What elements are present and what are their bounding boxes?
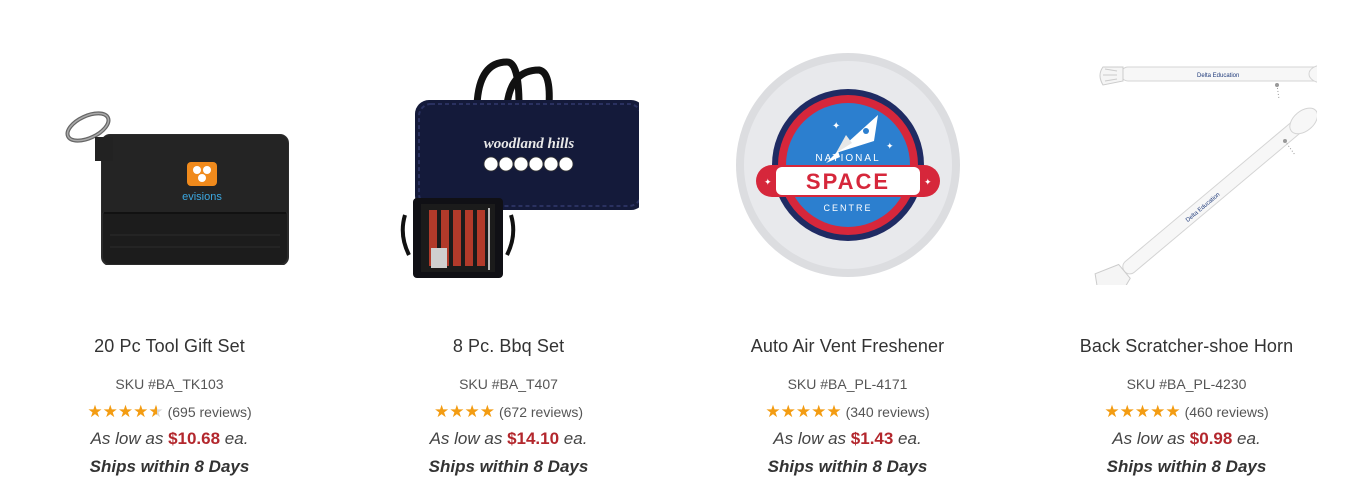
brand-top-text: NATIONAL bbox=[815, 153, 880, 164]
price-suffix: ea. bbox=[1232, 429, 1261, 448]
review-count[interactable]: (460 reviews) bbox=[1185, 404, 1269, 420]
price-line: As low as $14.10 ea. bbox=[339, 429, 678, 449]
bbq-case-image: woodland hills bbox=[400, 58, 639, 278]
price-amount: $0.98 bbox=[1189, 429, 1233, 448]
brand-logo-text: Delta Education bbox=[1197, 73, 1239, 79]
product-rating[interactable]: ★ ★ ★ ★ ★ (695 reviews) bbox=[0, 403, 339, 420]
star-icon: ★ bbox=[87, 402, 103, 421]
star-icon: ★ bbox=[811, 402, 827, 421]
product-image[interactable]: ✦ ✦ NATIONAL SPACE CENTRE ✦ ✦ bbox=[698, 40, 997, 290]
back-scratcher-image: Delta Education Delta Education bbox=[1094, 65, 1317, 285]
product-image[interactable]: evisions bbox=[20, 40, 319, 290]
svg-text:✦: ✦ bbox=[886, 141, 894, 151]
star-icon: ★ bbox=[795, 402, 812, 421]
star-rating: ★ ★ ★ ★ ★ bbox=[765, 403, 841, 420]
product-title[interactable]: 20 Pc Tool Gift Set bbox=[0, 336, 339, 357]
star-icon: ★ bbox=[826, 402, 842, 421]
product-card[interactable]: woodland hills 8 Pc. Bbq Set SKU #BA_T40… bbox=[339, 0, 678, 486]
product-title[interactable]: Auto Air Vent Freshener bbox=[678, 336, 1017, 357]
star-icon: ★ bbox=[780, 402, 796, 421]
star-icon: ★ bbox=[1119, 402, 1135, 421]
svg-text:✦: ✦ bbox=[924, 177, 932, 187]
product-grid: evisions 20 Pc Tool Gift Set SKU #BA_TK1… bbox=[0, 0, 1357, 486]
brand-logo-text: evisions bbox=[182, 191, 222, 203]
review-count[interactable]: (672 reviews) bbox=[499, 404, 583, 420]
price-amount: $10.68 bbox=[168, 429, 221, 448]
product-sku: SKU #BA_PL-4171 bbox=[787, 376, 908, 392]
svg-text:✦: ✦ bbox=[764, 177, 772, 187]
product-sku: SKU #BA_TK103 bbox=[115, 376, 224, 392]
product-sku: SKU #BA_T407 bbox=[459, 376, 558, 392]
svg-text:✦: ✦ bbox=[832, 121, 840, 132]
half-star-icon: ★ bbox=[148, 402, 164, 421]
price-prefix: As low as bbox=[429, 429, 508, 448]
price-suffix: ea. bbox=[893, 429, 922, 448]
product-card[interactable]: evisions 20 Pc Tool Gift Set SKU #BA_TK1… bbox=[0, 0, 339, 486]
star-icon: ★ bbox=[1165, 402, 1181, 421]
product-card[interactable]: Delta Education Delta Education Back Scr… bbox=[1017, 0, 1356, 486]
product-card[interactable]: ✦ ✦ NATIONAL SPACE CENTRE ✦ ✦ Auto Air V… bbox=[678, 0, 1017, 486]
brand-logo-text: woodland hills bbox=[483, 136, 574, 152]
product-rating[interactable]: ★ ★ ★ ★ ★ (340 reviews) bbox=[678, 403, 1017, 420]
product-rating[interactable]: ★ ★ ★ ★ (672 reviews) bbox=[339, 403, 678, 420]
product-rating[interactable]: ★ ★ ★ ★ ★ (460 reviews) bbox=[1017, 403, 1356, 420]
star-icon: ★ bbox=[1104, 402, 1120, 421]
star-rating: ★ ★ ★ ★ ★ bbox=[87, 403, 163, 420]
product-title[interactable]: Back Scratcher-shoe Horn bbox=[1017, 336, 1356, 357]
price-suffix: ea. bbox=[559, 429, 588, 448]
review-count[interactable]: (695 reviews) bbox=[168, 404, 252, 420]
price-suffix: ea. bbox=[220, 429, 249, 448]
star-icon: ★ bbox=[1150, 402, 1166, 421]
shipping-info: Ships within 8 Days bbox=[767, 457, 928, 476]
product-image[interactable]: woodland hills bbox=[359, 40, 658, 290]
product-image[interactable]: Delta Education Delta Education bbox=[1037, 40, 1336, 290]
star-icon: ★ bbox=[479, 402, 495, 421]
price-line: As low as $1.43 ea. bbox=[678, 429, 1017, 449]
star-icon: ★ bbox=[133, 402, 149, 421]
shipping-info: Ships within 8 Days bbox=[428, 457, 589, 476]
price-line: As low as $10.68 ea. bbox=[0, 429, 339, 449]
price-amount: $1.43 bbox=[850, 429, 894, 448]
shipping-info: Ships within 8 Days bbox=[1106, 457, 1267, 476]
star-rating: ★ ★ ★ ★ ★ bbox=[1104, 403, 1180, 420]
star-icon: ★ bbox=[464, 402, 480, 421]
price-amount: $14.10 bbox=[507, 429, 560, 448]
brand-mid-text: SPACE bbox=[805, 169, 889, 194]
price-prefix: As low as bbox=[773, 429, 851, 448]
tool-pouch-image: evisions bbox=[65, 111, 289, 265]
air-freshener-image: ✦ ✦ NATIONAL SPACE CENTRE ✦ ✦ bbox=[735, 53, 960, 277]
shipping-info: Ships within 8 Days bbox=[89, 457, 250, 476]
star-icon: ★ bbox=[102, 402, 118, 421]
star-rating: ★ ★ ★ ★ bbox=[434, 403, 495, 420]
price-prefix: As low as bbox=[1112, 429, 1190, 448]
price-prefix: As low as bbox=[90, 429, 169, 448]
review-count[interactable]: (340 reviews) bbox=[846, 404, 930, 420]
brand-bottom-text: CENTRE bbox=[823, 203, 872, 213]
product-title[interactable]: 8 Pc. Bbq Set bbox=[339, 336, 678, 357]
star-icon: ★ bbox=[1134, 402, 1151, 421]
price-line: As low as $0.98 ea. bbox=[1017, 429, 1356, 449]
product-sku: SKU #BA_PL-4230 bbox=[1126, 376, 1247, 392]
star-icon: ★ bbox=[449, 402, 465, 421]
star-icon: ★ bbox=[433, 402, 450, 421]
star-icon: ★ bbox=[117, 402, 134, 421]
star-icon: ★ bbox=[765, 402, 781, 421]
